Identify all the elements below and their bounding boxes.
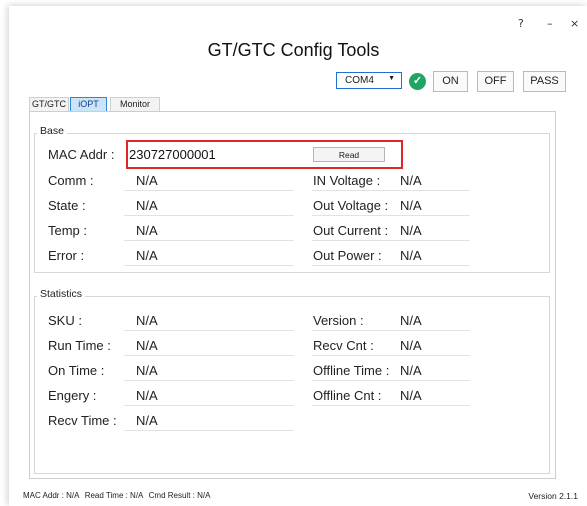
- out-voltage-label: Out Voltage :: [313, 198, 389, 213]
- temp-value: N/A: [136, 223, 158, 238]
- field-underline: [124, 190, 294, 191]
- error-value: N/A: [136, 248, 158, 263]
- field-underline: [124, 355, 294, 356]
- tab-monitor[interactable]: Monitor: [110, 97, 160, 111]
- chevron-down-icon: ▼: [388, 75, 395, 82]
- offline-time-value: N/A: [400, 363, 422, 378]
- pass-button[interactable]: PASS: [523, 71, 566, 92]
- help-button[interactable]: ?: [518, 17, 524, 30]
- field-underline: [312, 265, 470, 266]
- sku-label: SKU :: [48, 313, 82, 328]
- check-circle-icon: ✓: [409, 73, 426, 90]
- field-underline: [312, 355, 470, 356]
- out-power-label: Out Power :: [313, 248, 382, 263]
- com-port-select[interactable]: COM4 ▼: [336, 72, 402, 89]
- tab-iopt[interactable]: iOPT: [70, 97, 107, 111]
- version-label: Version :: [313, 313, 364, 328]
- offline-cnt-value: N/A: [400, 388, 422, 403]
- base-group-title: Base: [37, 125, 67, 137]
- field-underline: [312, 330, 470, 331]
- offline-time-label: Offline Time :: [313, 363, 390, 378]
- field-underline: [124, 405, 294, 406]
- close-button[interactable]: ×: [570, 17, 579, 30]
- field-underline: [312, 380, 470, 381]
- status-bar: MAC Addr : N/A Read Time : N/A Cmd Resul…: [23, 491, 213, 500]
- sku-value: N/A: [136, 313, 158, 328]
- recv-cnt-value: N/A: [400, 338, 422, 353]
- version-value: N/A: [400, 313, 422, 328]
- on-button[interactable]: ON: [433, 71, 468, 92]
- tab-gt-gtc[interactable]: GT/GTC: [29, 97, 69, 111]
- statistics-group: [34, 296, 550, 474]
- status-cmd-result: Cmd Result : N/A: [148, 491, 211, 500]
- read-button[interactable]: Read: [313, 147, 385, 162]
- recv-cnt-label: Recv Cnt :: [313, 338, 374, 353]
- statistics-group-title: Statistics: [37, 288, 86, 300]
- error-label: Error :: [48, 248, 85, 263]
- field-underline: [124, 240, 294, 241]
- comm-value: N/A: [136, 173, 158, 188]
- field-underline: [312, 215, 470, 216]
- status-read-time: Read Time : N/A: [84, 491, 144, 500]
- run-time-label: Run Time :: [48, 338, 111, 353]
- run-time-value: N/A: [136, 338, 158, 353]
- in-voltage-value: N/A: [400, 173, 422, 188]
- field-underline: [124, 330, 294, 331]
- recv-time-label: Recv Time :: [48, 413, 117, 428]
- recv-time-value: N/A: [136, 413, 158, 428]
- mac-addr-label: MAC Addr :: [48, 147, 115, 162]
- state-label: State :: [48, 198, 86, 213]
- energy-value: N/A: [136, 388, 158, 403]
- out-voltage-value: N/A: [400, 198, 422, 213]
- mac-addr-input[interactable]: [125, 143, 299, 165]
- field-underline: [312, 190, 470, 191]
- on-time-label: On Time :: [48, 363, 105, 378]
- out-power-value: N/A: [400, 248, 422, 263]
- field-underline: [124, 215, 294, 216]
- field-underline: [124, 430, 294, 431]
- out-current-label: Out Current :: [313, 223, 389, 238]
- on-time-value: N/A: [136, 363, 158, 378]
- state-value: N/A: [136, 198, 158, 213]
- comm-label: Comm :: [48, 173, 94, 188]
- field-underline: [124, 380, 294, 381]
- off-button[interactable]: OFF: [477, 71, 514, 92]
- minimize-button[interactable]: –: [547, 17, 553, 30]
- status-mac: MAC Addr : N/A: [23, 491, 80, 500]
- window-title: GT/GTC Config Tools: [207, 40, 380, 60]
- out-current-value: N/A: [400, 223, 422, 238]
- version-text: Version 2.1.1: [528, 491, 578, 501]
- com-port-value: COM4: [345, 75, 374, 86]
- field-underline: [312, 240, 470, 241]
- energy-label: Engery :: [48, 388, 97, 403]
- in-voltage-label: IN Voltage :: [313, 173, 381, 188]
- field-underline: [124, 265, 294, 266]
- field-underline: [312, 405, 470, 406]
- offline-cnt-label: Offline Cnt :: [313, 388, 382, 403]
- temp-label: Temp :: [48, 223, 88, 238]
